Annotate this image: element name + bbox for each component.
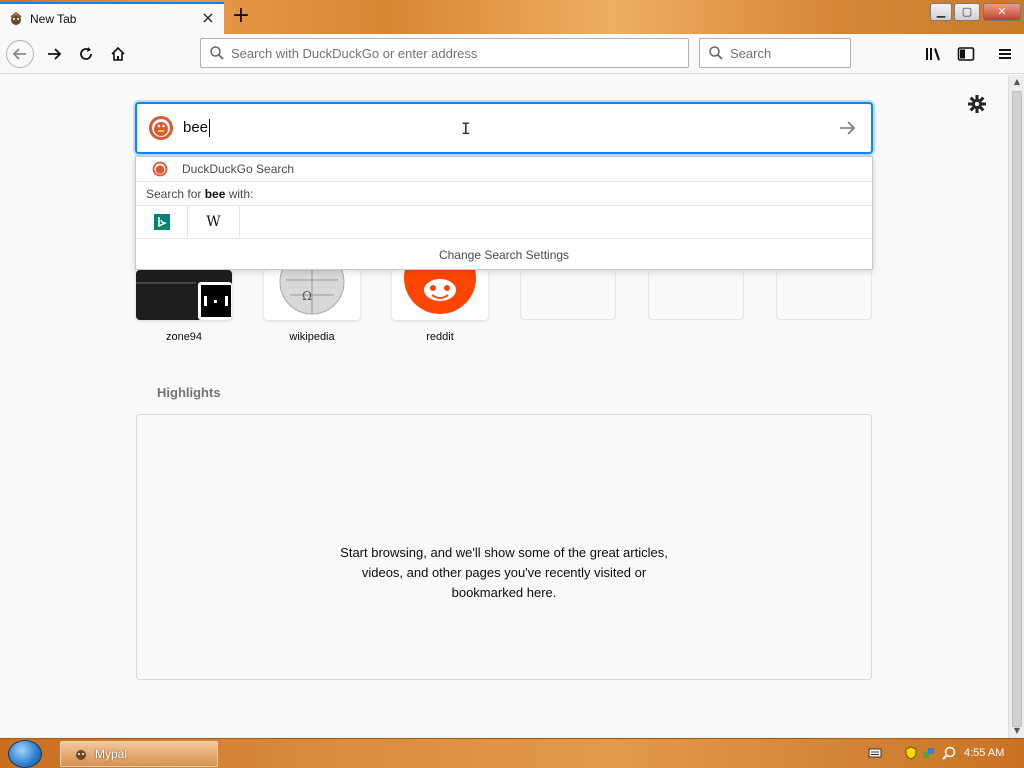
forward-button[interactable] <box>40 40 68 68</box>
taskbar: Mypal 4:55 AM <box>0 738 1024 768</box>
search-query-text: bee <box>183 118 211 138</box>
new-tab-button[interactable]: + <box>229 5 253 29</box>
search-placeholder: Search <box>730 45 772 61</box>
duckduckgo-icon <box>149 116 173 140</box>
scroll-down-icon[interactable]: ▼ <box>1009 724 1024 738</box>
sidebar-button[interactable] <box>954 42 978 66</box>
wikipedia-icon: W <box>206 214 221 230</box>
new-tab-page: Ω zone94 wikipedia reddit bee I DuckDuck… <box>0 75 1008 738</box>
taskbar-item-mypal[interactable]: Mypal <box>60 741 218 767</box>
home-icon <box>111 46 125 61</box>
svg-text:Ω: Ω <box>302 289 312 303</box>
one-off-engine-bing[interactable] <box>136 205 188 239</box>
reload-icon <box>80 47 92 60</box>
duckduckgo-icon <box>152 161 168 177</box>
home-button[interactable] <box>104 40 132 68</box>
start-button[interactable] <box>8 740 42 768</box>
search-suggestions-dropdown: DuckDuckGo Search Search for bee with: W… <box>135 156 873 270</box>
reddit-icon <box>404 270 476 314</box>
search-for-term: bee <box>204 186 226 201</box>
hamburger-menu-icon <box>999 49 1011 59</box>
menu-button[interactable] <box>993 42 1017 66</box>
system-clock[interactable]: 4:55 AM <box>964 747 1004 759</box>
scroll-up-icon[interactable]: ▲ <box>1009 75 1024 89</box>
reload-button[interactable] <box>72 40 100 68</box>
network-icon[interactable] <box>922 746 936 760</box>
navigation-toolbar: Search with DuckDuckGo or enter address … <box>0 34 1024 74</box>
url-placeholder: Search with DuckDuckGo or enter address <box>231 45 478 61</box>
scrollbar-thumb[interactable] <box>1012 91 1022 727</box>
zone94-paddle <box>204 296 207 306</box>
top-site-tile-empty <box>648 270 744 320</box>
change-search-settings-button[interactable]: Change Search Settings <box>136 239 872 271</box>
search-bar[interactable]: Search <box>699 38 851 68</box>
taskbar-item-label: Mypal <box>95 747 128 761</box>
search-icon <box>210 46 224 60</box>
minimize-button[interactable]: ▁ <box>930 3 952 21</box>
app-logo-icon <box>10 11 22 25</box>
volume-icon[interactable] <box>942 746 956 760</box>
engine-suggestion-label: DuckDuckGo Search <box>182 162 295 176</box>
top-site-label[interactable]: zone94 <box>136 331 232 343</box>
library-icon <box>926 48 940 61</box>
maximize-button[interactable]: ▢ <box>954 3 980 21</box>
back-arrow-icon <box>12 48 26 60</box>
vertical-scrollbar[interactable]: ▲ ▼ <box>1008 75 1024 738</box>
top-site-tile-wikipedia[interactable]: Ω <box>264 270 360 320</box>
zone94-ball <box>214 300 217 303</box>
gear-icon[interactable] <box>966 93 988 115</box>
top-site-tile-empty <box>776 270 872 320</box>
app-logo-icon <box>76 750 86 760</box>
title-bar: New Tab × + ▁ ▢ ✕ <box>0 0 1024 34</box>
one-off-engine-wikipedia[interactable]: W <box>188 205 240 239</box>
top-site-tile-empty <box>520 270 616 320</box>
keyboard-icon[interactable] <box>868 746 882 760</box>
forward-arrow-icon <box>48 48 62 60</box>
back-button[interactable] <box>6 40 34 68</box>
top-site-tile-reddit[interactable] <box>392 270 488 320</box>
search-query-value: bee <box>183 118 209 136</box>
bing-icon <box>153 214 170 230</box>
search-for-prefix: Search for <box>146 186 205 201</box>
tab-new-tab[interactable]: New Tab × <box>0 2 224 34</box>
top-site-label[interactable]: reddit <box>392 331 488 343</box>
zone94-paddle <box>225 296 228 306</box>
highlights-empty-box: Start browsing, and we'll show some of t… <box>136 414 872 680</box>
search-for-suffix: with: <box>225 186 254 201</box>
top-site-label[interactable]: wikipedia <box>264 331 360 343</box>
highlights-empty-message: Start browsing, and we'll show some of t… <box>340 545 668 600</box>
zone94-logo <box>198 282 232 320</box>
search-for-header: Search for bee with: <box>136 182 872 206</box>
wikipedia-globe-icon: Ω <box>279 270 345 315</box>
tab-title: New Tab <box>30 12 77 26</box>
engine-suggestion-row[interactable]: DuckDuckGo Search <box>136 157 872 182</box>
go-arrow-icon[interactable] <box>837 118 857 138</box>
one-off-engines-row: W <box>136 205 872 239</box>
sidebar-icon <box>957 47 975 61</box>
top-site-tile-zone94[interactable] <box>136 270 232 320</box>
new-tab-search-box[interactable]: bee I <box>135 102 873 154</box>
highlights-title: Highlights <box>157 385 221 400</box>
tile-preview-line <box>136 282 196 284</box>
url-bar[interactable]: Search with DuckDuckGo or enter address <box>200 38 689 68</box>
close-button[interactable]: ✕ <box>983 3 1021 21</box>
search-icon <box>709 46 723 60</box>
ibeam-cursor-icon: I <box>461 119 471 138</box>
tab-close-icon[interactable]: × <box>200 10 216 27</box>
shield-icon[interactable] <box>904 746 918 760</box>
library-button[interactable] <box>922 42 946 66</box>
text-caret <box>209 119 211 138</box>
